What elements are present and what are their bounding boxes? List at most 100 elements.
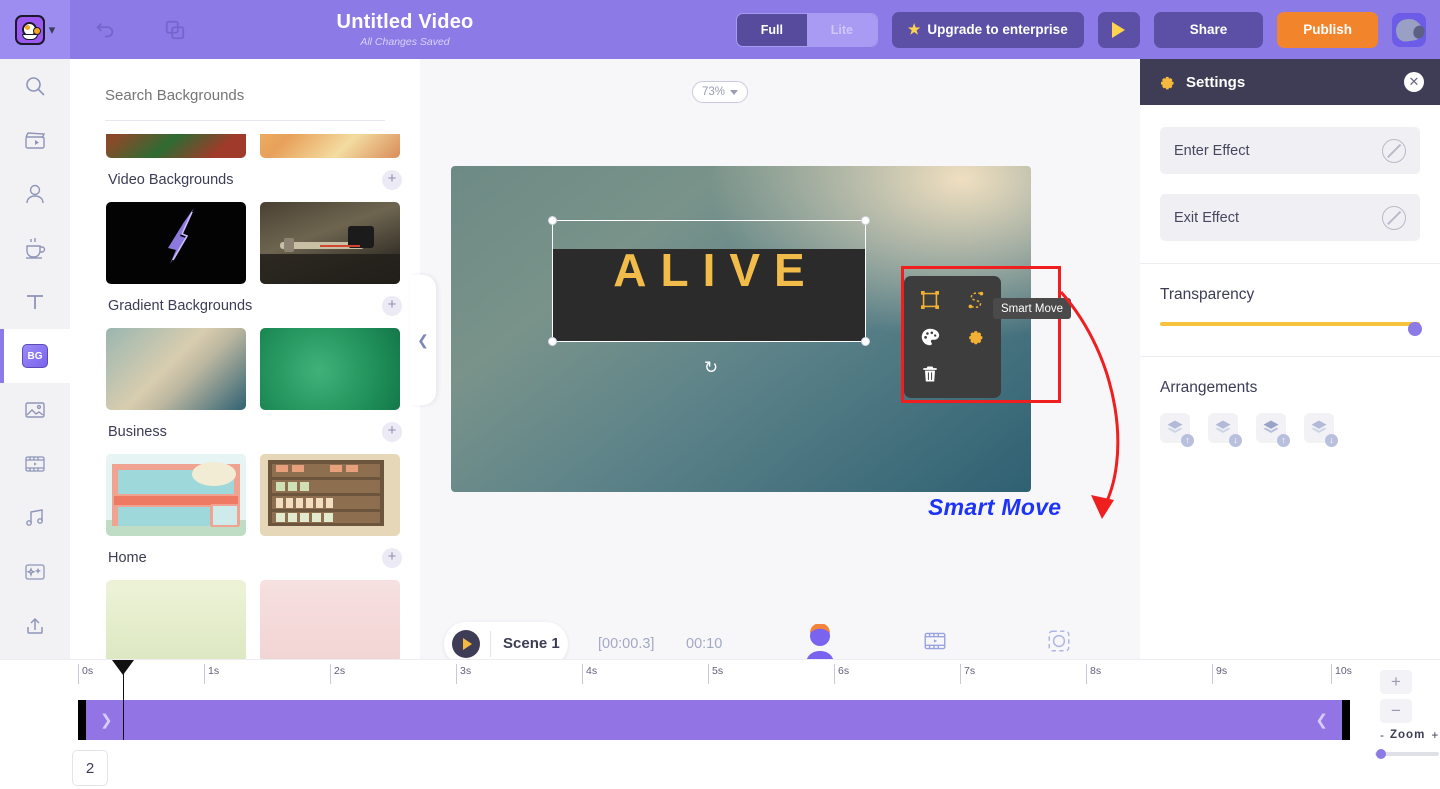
sidebar-item-text[interactable] <box>0 275 70 329</box>
send-backward-button[interactable]: ↓ <box>1208 413 1242 447</box>
sidebar-item-images[interactable] <box>0 383 70 437</box>
slider-knob[interactable] <box>1408 322 1422 336</box>
smart-move-button[interactable] <box>908 282 953 319</box>
add-background-button[interactable]: + <box>382 170 402 190</box>
rotate-handle[interactable]: ↻ <box>702 359 720 377</box>
bg-row-food <box>70 134 420 158</box>
bg-tile[interactable] <box>106 328 246 410</box>
play-icon <box>1112 21 1126 38</box>
preview-play-button[interactable] <box>1097 11 1140 48</box>
bg-tile[interactable] <box>260 454 400 536</box>
add-background-button[interactable]: + <box>382 422 402 442</box>
ruler-tick: 6s <box>834 664 849 684</box>
exit-effect-row[interactable]: Exit Effect <box>1160 194 1420 241</box>
close-icon[interactable]: ✕ <box>1404 72 1424 92</box>
settings-panel: Settings ✕ Enter Effect Exit Effect Tran… <box>1140 59 1440 659</box>
sidebar-item-effects[interactable] <box>0 545 70 599</box>
share-button[interactable]: Share <box>1153 11 1264 48</box>
collapse-panel-button[interactable]: ❮ <box>410 275 436 405</box>
bg-tile[interactable] <box>260 134 400 158</box>
send-to-back-button[interactable]: ↓ <box>1304 413 1338 447</box>
playhead-handle[interactable] <box>112 660 134 675</box>
bg-tile[interactable] <box>106 134 246 158</box>
scene-track-bar[interactable] <box>78 700 1350 740</box>
undo-button[interactable] <box>70 0 140 59</box>
bg-tile[interactable] <box>106 580 246 659</box>
add-background-button[interactable]: + <box>382 296 402 316</box>
timeline-zoom-slider[interactable] <box>1375 749 1439 759</box>
track-expand-right-icon[interactable]: ❮ <box>1315 711 1328 729</box>
playhead[interactable] <box>112 660 134 740</box>
ruler-tick: 5s <box>708 664 723 684</box>
logo-zone[interactable]: ▾ <box>0 0 70 59</box>
element-context-toolbar <box>904 276 1001 398</box>
color-palette-button[interactable] <box>908 319 953 356</box>
mode-lite-option[interactable]: Lite <box>806 13 877 46</box>
scene-name[interactable]: Scene 1 <box>490 631 560 657</box>
resize-handle-tl[interactable] <box>548 216 557 225</box>
backgrounds-scroll[interactable]: Video Backgrounds + Gradient Backgrounds… <box>70 134 420 659</box>
upgrade-button[interactable]: ★ Upgrade to enterprise <box>891 11 1084 48</box>
canvas-stage: ❮ 73% ALIVE ↻ Smart Move Smart Move Scen… <box>410 59 1140 666</box>
mode-toggle[interactable]: Full Lite <box>735 12 878 47</box>
track-start-cap[interactable] <box>78 700 86 740</box>
sidebar-item-scenes[interactable] <box>0 113 70 167</box>
mode-full-option[interactable]: Full <box>737 14 807 46</box>
bg-tile[interactable] <box>106 454 246 536</box>
left-rail: BG <box>0 59 70 659</box>
track-end-cap[interactable] <box>1342 700 1350 740</box>
sidebar-item-backgrounds[interactable]: BG <box>0 329 70 383</box>
bring-forward-button[interactable]: ↑ <box>1160 413 1194 447</box>
character-avatar-button[interactable] <box>1392 12 1426 47</box>
sidebar-item-props[interactable] <box>0 221 70 275</box>
app-logo-icon[interactable] <box>14 14 45 45</box>
ruler-tick: 8s <box>1086 664 1101 684</box>
zoom-in-button[interactable]: + <box>1380 670 1412 694</box>
bring-to-front-button[interactable]: ↑ <box>1256 413 1290 447</box>
timeline-track[interactable]: ❯ ❮ <box>78 700 1350 740</box>
track-expand-left-icon[interactable]: ❯ <box>100 711 113 729</box>
enter-effect-row[interactable]: Enter Effect <box>1160 127 1420 174</box>
sidebar-item-upload[interactable] <box>0 599 70 653</box>
scene-focus-button[interactable] <box>1046 628 1072 659</box>
bg-tile[interactable] <box>106 202 246 284</box>
bg-row-gradient <box>70 328 420 410</box>
scene-video-button[interactable] <box>922 628 948 659</box>
resize-handle-br[interactable] <box>861 337 870 346</box>
bg-section-header: Business + <box>70 410 420 454</box>
duplicate-button[interactable] <box>140 0 210 59</box>
zoom-out-button[interactable]: − <box>1380 699 1412 723</box>
zoom-plus-label[interactable]: + <box>1431 728 1438 742</box>
scene-number-badge[interactable]: 2 <box>72 750 108 786</box>
delete-element-button[interactable] <box>908 355 953 392</box>
motion-path-button[interactable] <box>953 282 998 319</box>
timeline-zoom-knob[interactable] <box>1376 749 1386 759</box>
chevron-down-icon[interactable]: ▾ <box>49 23 56 36</box>
zoom-minus-label[interactable]: - <box>1380 728 1384 742</box>
sidebar-item-videos[interactable] <box>0 437 70 491</box>
enter-effect-label: Enter Effect <box>1174 142 1250 159</box>
transparency-slider[interactable] <box>1160 322 1422 336</box>
scene-duration: 00:10 <box>686 636 723 652</box>
sidebar-item-characters[interactable] <box>0 167 70 221</box>
sidebar-item-search[interactable] <box>0 59 70 113</box>
canvas-zoom-selector[interactable]: 73% <box>692 81 748 103</box>
resize-handle-bl[interactable] <box>548 337 557 346</box>
bg-tile[interactable] <box>260 328 400 410</box>
ruler-tick: 1s <box>204 664 219 684</box>
publish-button[interactable]: Publish <box>1277 11 1378 48</box>
add-background-button[interactable]: + <box>382 548 402 568</box>
resize-handle-tr[interactable] <box>861 216 870 225</box>
bg-tile[interactable] <box>260 580 400 659</box>
scene-play-button[interactable] <box>452 630 480 658</box>
background-icon: BG <box>22 344 48 368</box>
search-backgrounds-input[interactable] <box>105 87 385 104</box>
timeline-ruler[interactable]: 0s 1s 2s 3s 4s 5s 6s 7s 8s 9s 10s <box>78 662 1352 686</box>
backgrounds-panel: Video Backgrounds + <box>70 59 420 659</box>
project-title[interactable]: Untitled Video <box>290 11 520 34</box>
sidebar-item-music[interactable] <box>0 491 70 545</box>
arrangement-badge: ↑ <box>1277 434 1290 447</box>
element-settings-button[interactable] <box>953 319 998 356</box>
bg-tile[interactable] <box>260 202 400 284</box>
ruler-tick: 2s <box>330 664 345 684</box>
